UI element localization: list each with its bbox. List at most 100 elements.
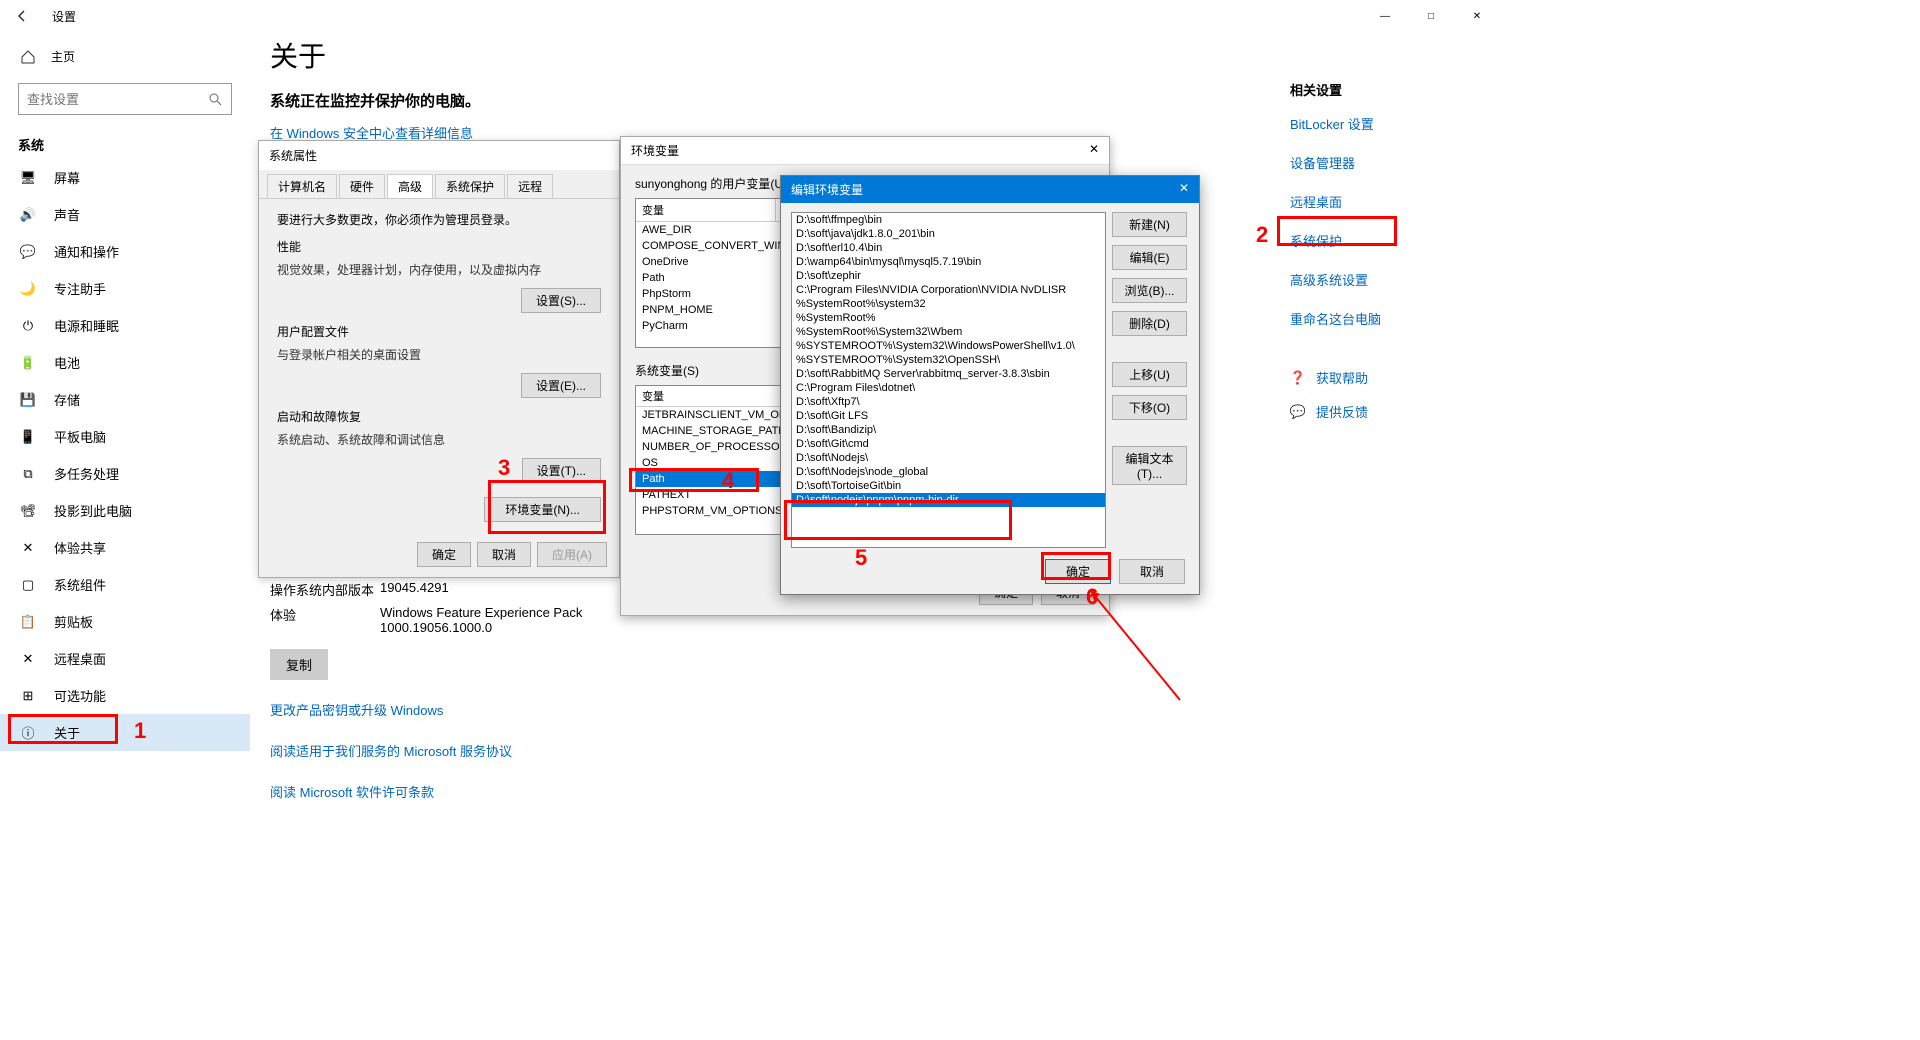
nav-item-4[interactable]: ⏻电源和睡眠 [0, 307, 250, 344]
path-row[interactable]: D:\soft\nodejs\pnpm\pnpm-bin-dir [792, 493, 1105, 507]
perf-settings-button[interactable]: 设置(S)... [521, 288, 601, 313]
related-link-0[interactable]: BitLocker 设置 [1290, 114, 1460, 133]
path-row[interactable]: D:\soft\Nodejs\ [792, 451, 1105, 465]
related-link-4[interactable]: 高级系统设置 [1290, 270, 1460, 289]
nav-icon: 💬 [20, 244, 36, 260]
maximize-button[interactable]: □ [1408, 0, 1454, 32]
path-row[interactable]: %SystemRoot%\system32 [792, 297, 1105, 311]
sysprops-ok-button[interactable]: 确定 [417, 542, 471, 567]
path-row[interactable]: D:\soft\ffmpeg\bin [792, 213, 1105, 227]
path-list[interactable]: D:\soft\ffmpeg\binD:\soft\java\jdk1.8.0_… [791, 212, 1106, 548]
nav-item-0[interactable]: 🖥屏幕 [0, 159, 250, 196]
back-button[interactable] [12, 6, 32, 26]
path-row[interactable]: %SYSTEMROOT%\System32\OpenSSH\ [792, 353, 1105, 367]
profile-desc: 与登录帐户相关的桌面设置 [277, 346, 601, 363]
nav-item-5[interactable]: 🔋电池 [0, 344, 250, 381]
editenv-cancel-button[interactable]: 取消 [1119, 559, 1185, 584]
nav-item-14[interactable]: ⊞可选功能 [0, 677, 250, 714]
path-row[interactable]: D:\soft\erl10.4\bin [792, 241, 1105, 255]
annotation-label-1: 1 [134, 718, 146, 744]
perf-title: 性能 [277, 238, 601, 255]
annotation-label-6: 6 [1086, 584, 1098, 610]
editenv-ok-button[interactable]: 确定 [1045, 559, 1111, 584]
get-help-link[interactable]: ❓获取帮助 [1290, 368, 1460, 387]
nav-item-3[interactable]: 🌙专注助手 [0, 270, 250, 307]
sysprops-tab-3[interactable]: 系统保护 [435, 174, 505, 198]
change-key-link[interactable]: 更改产品密钥或升级 Windows [270, 700, 620, 719]
editenv-title: 编辑环境变量 [791, 181, 863, 198]
editenv-close-button[interactable]: ✕ [1179, 181, 1189, 198]
path-row[interactable]: %SYSTEMROOT%\System32\WindowsPowerShell\… [792, 339, 1105, 353]
nav-icon: ⏻ [20, 318, 36, 334]
search-icon [207, 91, 223, 107]
page-title: 关于 [270, 35, 1270, 75]
nav-item-8[interactable]: ⧉多任务处理 [0, 455, 250, 492]
nav-item-12[interactable]: 📋剪贴板 [0, 603, 250, 640]
path-row[interactable]: D:\soft\Nodejs\node_global [792, 465, 1105, 479]
service-agreement-link[interactable]: 阅读适用于我们服务的 Microsoft 服务协议 [270, 741, 620, 760]
path-row[interactable]: D:\soft\java\jdk1.8.0_201\bin [792, 227, 1105, 241]
nav-item-9[interactable]: 📽投影到此电脑 [0, 492, 250, 529]
nav-item-6[interactable]: 💾存储 [0, 381, 250, 418]
path-row[interactable]: C:\Program Files\dotnet\ [792, 381, 1105, 395]
path-row[interactable]: D:\soft\TortoiseGit\bin [792, 479, 1105, 493]
sysprops-apply-button[interactable]: 应用(A) [537, 542, 607, 567]
nav-item-7[interactable]: 📱平板电脑 [0, 418, 250, 455]
nav-icon: 🔋 [20, 355, 36, 371]
sysprops-tab-4[interactable]: 远程 [507, 174, 553, 198]
path-row[interactable]: C:\Program Files\NVIDIA Corporation\NVID… [792, 283, 1105, 297]
related-title: 相关设置 [1290, 80, 1460, 99]
path-row[interactable]: D:\soft\RabbitMQ Server\rabbitmq_server-… [792, 367, 1105, 381]
search-input[interactable] [27, 92, 207, 107]
nav-item-11[interactable]: ▢系统组件 [0, 566, 250, 603]
nav-item-1[interactable]: 🔊声音 [0, 196, 250, 233]
sysprops-tab-2[interactable]: 高级 [387, 174, 433, 198]
sysprops-title: 系统属性 [259, 141, 619, 170]
nav-item-10[interactable]: ✕体验共享 [0, 529, 250, 566]
close-button[interactable]: ✕ [1454, 0, 1500, 32]
path-row[interactable]: D:\soft\Git\cmd [792, 437, 1105, 451]
path-row[interactable]: D:\soft\zephir [792, 269, 1105, 283]
related-link-2[interactable]: 远程桌面 [1290, 192, 1460, 211]
path-row[interactable]: D:\wamp64\bin\mysql\mysql5.7.19\bin [792, 255, 1105, 269]
editenv-browse-button[interactable]: 浏览(B)... [1112, 278, 1187, 303]
envvars-close-button[interactable]: ✕ [1089, 142, 1099, 159]
nav-item-2[interactable]: 💬通知和操作 [0, 233, 250, 270]
minimize-button[interactable]: — [1362, 0, 1408, 32]
sysprops-tab-0[interactable]: 计算机名 [267, 174, 337, 198]
sysprops-intro: 要进行大多数更改，你必须作为管理员登录。 [277, 211, 601, 228]
sysprops-tabs: 计算机名硬件高级系统保护远程 [259, 170, 619, 199]
startup-settings-button[interactable]: 设置(T)... [522, 458, 601, 483]
path-row[interactable]: D:\soft\Xftp7\ [792, 395, 1105, 409]
sysprops-tab-1[interactable]: 硬件 [339, 174, 385, 198]
related-link-1[interactable]: 设备管理器 [1290, 153, 1460, 172]
copy-button[interactable]: 复制 [270, 649, 328, 680]
license-terms-link[interactable]: 阅读 Microsoft 软件许可条款 [270, 782, 620, 801]
editenv-edit-button[interactable]: 编辑(E) [1112, 245, 1187, 270]
path-row[interactable]: D:\soft\Git LFS [792, 409, 1105, 423]
path-row[interactable]: %SystemRoot% [792, 311, 1105, 325]
search-box[interactable] [18, 83, 232, 115]
nav-item-15[interactable]: ⓘ关于 [0, 714, 250, 751]
nav-item-13[interactable]: ✕远程桌面 [0, 640, 250, 677]
related-link-3[interactable]: 系统保护 [1290, 231, 1460, 250]
home-button[interactable]: 主页 [0, 40, 250, 73]
experience-label: 体验 [270, 605, 380, 635]
annotation-label-3: 3 [498, 455, 510, 481]
editenv-new-button[interactable]: 新建(N) [1112, 212, 1187, 237]
profile-settings-button[interactable]: 设置(E)... [521, 373, 601, 398]
path-row[interactable]: %SystemRoot%\System32\Wbem [792, 325, 1105, 339]
env-variables-button[interactable]: 环境变量(N)... [484, 497, 601, 522]
editenv-edittext-button[interactable]: 编辑文本(T)... [1112, 446, 1187, 485]
path-row[interactable]: D:\soft\Bandizip\ [792, 423, 1105, 437]
editenv-delete-button[interactable]: 删除(D) [1112, 311, 1187, 336]
related-panel: 相关设置 BitLocker 设置设备管理器远程桌面系统保护高级系统设置重命名这… [1290, 80, 1460, 436]
nav-icon: 📋 [20, 614, 36, 630]
editenv-up-button[interactable]: 上移(U) [1112, 362, 1187, 387]
feedback-link[interactable]: 💬提供反馈 [1290, 402, 1460, 421]
editenv-down-button[interactable]: 下移(O) [1112, 395, 1187, 420]
sidebar-header: 系统 [0, 125, 250, 159]
sysprops-cancel-button[interactable]: 取消 [477, 542, 531, 567]
window-controls: — □ ✕ [1362, 0, 1500, 32]
related-link-5[interactable]: 重命名这台电脑 [1290, 309, 1460, 328]
